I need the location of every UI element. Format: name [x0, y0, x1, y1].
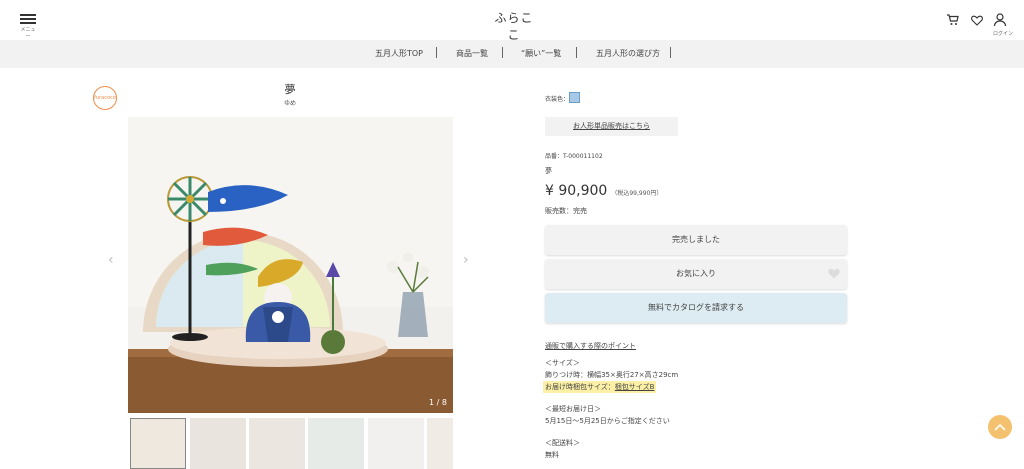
price-value: ¥ 90,900 — [545, 183, 608, 199]
thumbnail-2[interactable] — [190, 418, 246, 469]
catalog-request-button[interactable]: 無料でカタログを請求する — [545, 293, 847, 323]
thumbnail-5[interactable] — [368, 418, 424, 469]
package-size-label: お届け時梱包サイズ： — [545, 383, 615, 391]
site-header: メニュー ふらここ furacoco ログイン — [0, 0, 1024, 48]
logo-text: ふらここ — [494, 11, 534, 42]
thumbnail-3[interactable] — [249, 418, 305, 469]
heart-icon — [828, 268, 840, 279]
nav-item-top[interactable]: 五月人形TOP — [375, 48, 423, 59]
brand-badge: furacoco — [93, 86, 117, 110]
color-swatch-blue[interactable] — [569, 92, 580, 103]
item-number: 品番：T-000011102 — [545, 153, 603, 160]
thumbnail-1[interactable] — [130, 418, 186, 469]
color-label: 衣装色： — [545, 96, 570, 103]
size-value: 飾りつけ時：横幅35×奥行27×高さ29cm — [545, 371, 679, 379]
purchase-points-link[interactable]: 通販で購入する際のポイント — [545, 341, 636, 351]
delivery-value: 5月15日～5月25日からご指定ください — [545, 417, 670, 425]
next-image-button[interactable]: › — [463, 252, 469, 268]
catalog-button-label: 無料でカタログを請求する — [648, 303, 744, 312]
nav-divider — [436, 47, 437, 58]
thumbnail-4[interactable] — [308, 418, 364, 469]
soldout-button-label: 完売しました — [672, 235, 720, 244]
nav-item-product-list[interactable]: 商品一覧 — [456, 48, 488, 59]
chevron-up-icon — [994, 423, 1006, 431]
size-heading: ＜サイズ＞ — [545, 359, 580, 367]
chevron-left-icon: ‹ — [108, 252, 114, 268]
product-photo — [128, 117, 453, 413]
package-size: お届け時梱包サイズ：梱包サイズB — [543, 381, 657, 393]
login-button[interactable]: ログイン — [993, 11, 1013, 37]
nav-item-guide[interactable]: 五月人形の選び方 — [596, 48, 660, 59]
category-nav: 五月人形TOP 商品一覧 “願い”一覧 五月人形の選び方 — [0, 40, 1024, 68]
delivery-heading: ＜最短お届け日＞ — [545, 405, 601, 413]
price-block: ¥ 90,900 （税込99,990円） — [545, 183, 662, 199]
shipping-heading: ＜配送料＞ — [545, 439, 580, 447]
soldout-button[interactable]: 完売しました — [545, 225, 847, 255]
sales-status: 販売数：完売 — [545, 207, 587, 215]
user-icon — [993, 13, 1007, 27]
image-counter: 1 / 8 — [429, 398, 447, 407]
nav-divider — [670, 47, 671, 58]
main-product-image[interactable]: 1 / 8 — [128, 117, 453, 413]
favorites-button[interactable] — [971, 11, 983, 30]
shipping-value: 無料 — [545, 451, 559, 459]
favorite-button-label: お気に入り — [676, 269, 716, 278]
product-title: 夢 — [284, 83, 296, 96]
chevron-right-icon: › — [463, 252, 469, 268]
favorite-button[interactable]: お気に入り — [545, 259, 847, 289]
cart-button[interactable] — [946, 11, 959, 30]
menu-button[interactable]: メニュー — [20, 12, 36, 40]
nav-divider — [576, 47, 577, 58]
nav-divider — [502, 47, 503, 58]
page-top-button[interactable] — [988, 415, 1012, 439]
prev-image-button[interactable]: ‹ — [108, 252, 114, 268]
price-tax: （税込99,990円） — [611, 190, 663, 197]
package-size-link[interactable]: 梱包サイズB — [615, 383, 655, 391]
product-reading: ゆめ — [283, 100, 296, 107]
login-label: ログイン — [993, 31, 1014, 37]
hamburger-icon — [20, 14, 36, 24]
cart-icon — [947, 14, 959, 25]
thumbnail-strip — [128, 418, 453, 469]
doll-only-link[interactable]: お人形単品販売はこちら — [545, 117, 678, 136]
menu-label: メニュー — [20, 27, 36, 40]
nav-item-wishes[interactable]: “願い”一覧 — [521, 48, 561, 59]
heart-icon — [971, 15, 983, 26]
product-name: 夢 — [545, 167, 552, 175]
thumbnail-6[interactable] — [427, 418, 453, 469]
